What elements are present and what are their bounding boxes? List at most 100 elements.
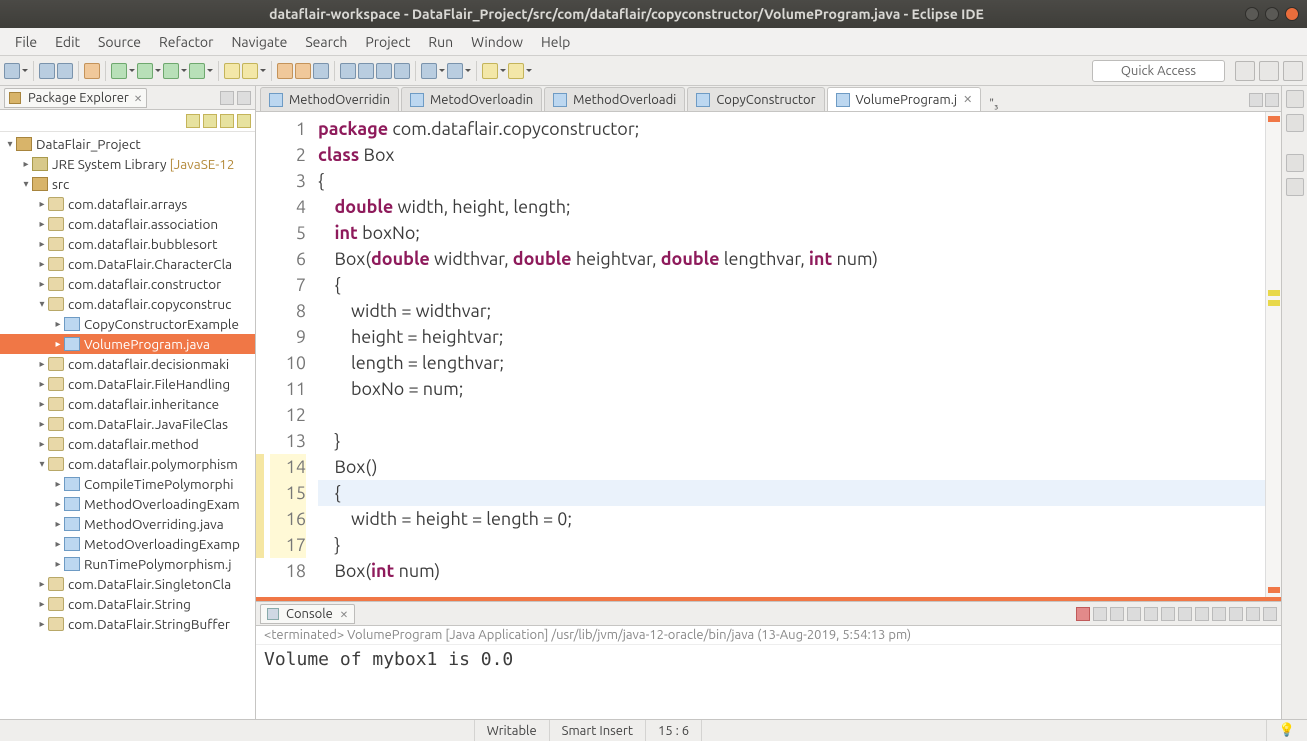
- outline-view-icon[interactable]: [1286, 114, 1304, 132]
- tree-item[interactable]: ▸com.DataFlair.JavaFileClas: [0, 414, 255, 434]
- package-tree[interactable]: ▾DataFlair_Project▸JRE System Library [J…: [0, 132, 255, 719]
- tree-item[interactable]: ▸CompileTimePolymorphi: [0, 474, 255, 494]
- menu-project[interactable]: Project: [356, 30, 419, 54]
- tasklist-view-icon[interactable]: [1286, 178, 1304, 196]
- tree-item[interactable]: ▸com.DataFlair.String: [0, 594, 255, 614]
- dropdown-icon[interactable]: [439, 63, 445, 79]
- console-output[interactable]: Volume of mybox1 is 0.0: [256, 645, 1281, 719]
- code-line[interactable]: double width, height, length;: [318, 194, 1265, 220]
- code-line[interactable]: height = heightvar;: [318, 324, 1265, 350]
- minimize-view-icon[interactable]: [1246, 607, 1260, 621]
- open-task-icon[interactable]: [295, 63, 311, 79]
- link-editor-icon[interactable]: [203, 114, 217, 128]
- code-line[interactable]: length = lengthvar;: [318, 350, 1265, 376]
- pin-console-icon[interactable]: [1178, 607, 1192, 621]
- remove-all-icon[interactable]: [1110, 607, 1124, 621]
- remove-launch-icon[interactable]: [1093, 607, 1107, 621]
- ruler-marker[interactable]: [1268, 587, 1280, 593]
- tree-item[interactable]: ▸com.DataFlair.StringBuffer: [0, 614, 255, 634]
- annotation-prev-icon[interactable]: [421, 63, 437, 79]
- maximize-view-icon[interactable]: [237, 91, 251, 105]
- code-line[interactable]: {: [318, 272, 1265, 298]
- debug-perspective-button[interactable]: [1283, 61, 1303, 81]
- new-package-icon[interactable]: [224, 63, 240, 79]
- code-line[interactable]: }: [318, 532, 1265, 558]
- tree-item[interactable]: ▸com.dataflair.association: [0, 214, 255, 234]
- external-tools-icon[interactable]: [189, 63, 205, 79]
- menu-window[interactable]: Window: [462, 30, 532, 54]
- back-icon[interactable]: [482, 63, 498, 79]
- tree-item[interactable]: ▾DataFlair_Project: [0, 134, 255, 154]
- editor-tab[interactable]: CopyConstructor: [687, 87, 824, 111]
- collapse-all-icon[interactable]: [186, 114, 200, 128]
- code-line[interactable]: Box(double widthvar, double heightvar, d…: [318, 246, 1265, 272]
- code-line[interactable]: package com.dataflair.copyconstructor;: [318, 116, 1265, 142]
- code-line[interactable]: boxNo = num;: [318, 376, 1265, 402]
- quick-access-input[interactable]: Quick Access: [1092, 60, 1225, 82]
- ruler-marker[interactable]: [1268, 300, 1280, 306]
- terminate-icon[interactable]: [1076, 607, 1090, 621]
- editor-tab[interactable]: MethodOverridin: [260, 87, 399, 111]
- tree-item[interactable]: ▸VolumeProgram.java: [0, 334, 255, 354]
- maximize-button[interactable]: [1265, 7, 1279, 21]
- minimize-button[interactable]: [1245, 7, 1259, 21]
- view-tab-package-explorer[interactable]: Package Explorer ✕: [4, 88, 147, 108]
- dropdown-icon[interactable]: [465, 63, 471, 79]
- toggle-breadcrumb-icon[interactable]: [340, 63, 356, 79]
- open-type-icon[interactable]: [277, 63, 293, 79]
- menu-run[interactable]: Run: [419, 30, 462, 54]
- code-line[interactable]: Box(int num): [318, 558, 1265, 584]
- editor-tab[interactable]: MethodOverloadi: [544, 87, 685, 111]
- tree-item[interactable]: ▸com.DataFlair.CharacterCla: [0, 254, 255, 274]
- editor-tab[interactable]: MetodOverloadin: [401, 87, 542, 111]
- minimize-view-icon[interactable]: [1249, 93, 1263, 107]
- build-icon[interactable]: [84, 63, 100, 79]
- close-icon[interactable]: ✕: [340, 609, 348, 620]
- tree-item[interactable]: ▸CopyConstructorExample: [0, 314, 255, 334]
- tree-item[interactable]: ▾com.dataflair.polymorphism: [0, 454, 255, 474]
- menu-search[interactable]: Search: [296, 30, 356, 54]
- tree-item[interactable]: ▸com.dataflair.bubblesort: [0, 234, 255, 254]
- menu-refactor[interactable]: Refactor: [150, 30, 222, 54]
- overview-ruler[interactable]: [1265, 112, 1281, 597]
- code-line[interactable]: Box(): [318, 454, 1265, 480]
- dropdown-icon[interactable]: [207, 63, 213, 79]
- word-wrap-icon[interactable]: [1161, 607, 1175, 621]
- focus-icon[interactable]: [220, 114, 234, 128]
- tree-item[interactable]: ▸com.dataflair.constructor: [0, 274, 255, 294]
- tree-item[interactable]: ▸MethodOverriding.java: [0, 514, 255, 534]
- menu-navigate[interactable]: Navigate: [222, 30, 296, 54]
- ruler-marker[interactable]: [1268, 290, 1280, 296]
- maximize-view-icon[interactable]: [1265, 93, 1279, 107]
- search-icon[interactable]: [313, 63, 329, 79]
- code-line[interactable]: {: [318, 168, 1265, 194]
- console-tab[interactable]: Console ✕: [260, 604, 355, 624]
- tree-item[interactable]: ▸com.dataflair.method: [0, 434, 255, 454]
- code-editor[interactable]: package com.dataflair.copyconstructor;cl…: [314, 112, 1265, 597]
- code-line[interactable]: width = widthvar;: [318, 298, 1265, 324]
- close-icon[interactable]: ✕: [963, 93, 972, 106]
- code-line[interactable]: }: [318, 428, 1265, 454]
- close-button[interactable]: [1285, 7, 1299, 21]
- view-menu-icon[interactable]: [237, 114, 251, 128]
- run-icon[interactable]: [137, 63, 153, 79]
- tree-item[interactable]: ▸JRE System Library [JavaSE-12: [0, 154, 255, 174]
- code-line[interactable]: [318, 402, 1265, 428]
- tree-item[interactable]: ▸MetodOverloadingExamp: [0, 534, 255, 554]
- dropdown-icon[interactable]: [260, 63, 266, 79]
- tree-item[interactable]: ▸RunTimePolymorphism.j: [0, 554, 255, 574]
- restore-icon[interactable]: [1286, 154, 1304, 172]
- menu-edit[interactable]: Edit: [46, 30, 89, 54]
- open-perspective-button[interactable]: [1235, 61, 1255, 81]
- debug-icon[interactable]: [111, 63, 127, 79]
- tree-item[interactable]: ▸com.dataflair.arrays: [0, 194, 255, 214]
- clear-console-icon[interactable]: [1127, 607, 1141, 621]
- show-whitespace-icon[interactable]: [394, 63, 410, 79]
- new-class-icon[interactable]: [242, 63, 258, 79]
- dropdown-icon[interactable]: [155, 63, 161, 79]
- maximize-view-icon[interactable]: [1263, 607, 1277, 621]
- code-line[interactable]: int boxNo;: [318, 220, 1265, 246]
- menu-file[interactable]: File: [6, 30, 46, 54]
- tip-icon[interactable]: 💡: [1266, 720, 1307, 741]
- restore-icon[interactable]: [1286, 90, 1304, 108]
